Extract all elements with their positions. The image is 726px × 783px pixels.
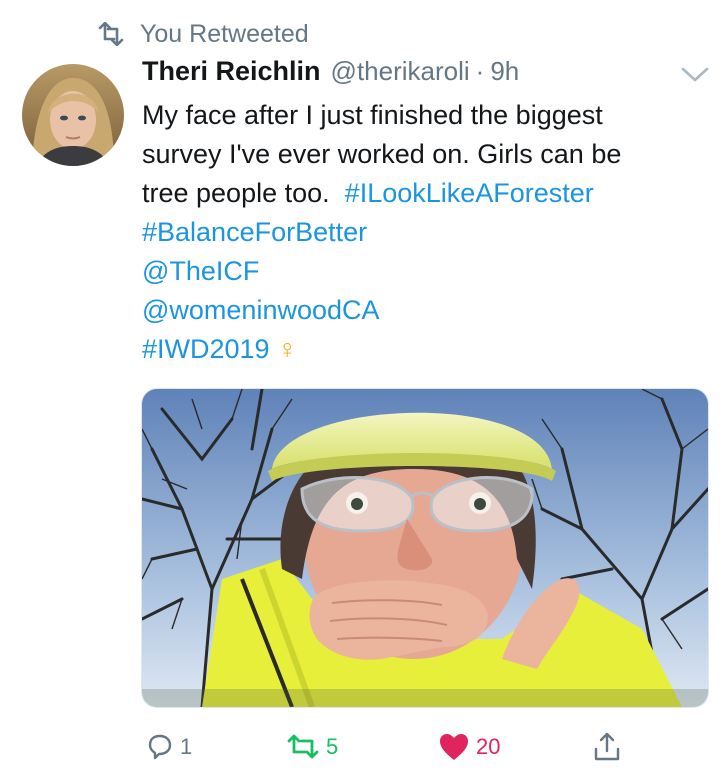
hashtag-link[interactable]: #BalanceForBetter (142, 217, 367, 247)
tweet-text: My face after I just finished the bigges… (142, 96, 702, 369)
tweet-line: tree people too. #ILookLikeAForester (142, 174, 702, 213)
tweet-header: Theri Reichlin @therikaroli · 9h (142, 56, 519, 96)
hashtag-link[interactable]: #ILookLikeAForester (345, 178, 594, 208)
retweet-icon (287, 734, 319, 759)
tweet-line: survey I've ever worked on. Girls can be (142, 139, 622, 169)
reply-button[interactable]: 1 (144, 725, 192, 769)
author-name[interactable]: Theri Reichlin (142, 56, 321, 87)
tweet-timestamp[interactable]: 9h (490, 56, 519, 87)
tweet-line-text: tree people too. (142, 178, 330, 208)
tweet-media-image[interactable] (141, 388, 709, 708)
chevron-down-icon[interactable] (680, 64, 710, 84)
retweet-banner: You Retweeted (96, 17, 309, 51)
heart-icon (440, 734, 468, 760)
like-button[interactable]: 20 (438, 725, 500, 769)
author-handle[interactable]: @therikaroli (331, 56, 470, 87)
mention-link[interactable]: @womeninwoodCA (142, 295, 380, 325)
tweet-action-bar: 1 5 20 (0, 725, 726, 769)
retweet-button[interactable]: 5 (286, 725, 338, 769)
retweet-count: 5 (326, 734, 339, 759)
avatar[interactable] (22, 64, 124, 166)
mention-link[interactable]: @TheICF (142, 256, 259, 286)
separator-dot: · (475, 56, 485, 86)
female-sign-emoji: ♀ (277, 334, 298, 364)
tweet-line: My face after I just finished the bigges… (142, 100, 603, 130)
like-count: 20 (476, 734, 501, 759)
reply-count: 1 (180, 734, 193, 759)
hashtag-link[interactable]: #IWD2019 (142, 334, 270, 364)
retweet-icon (98, 22, 124, 46)
reply-icon (148, 734, 172, 760)
retweet-banner-label: You Retweeted (140, 19, 309, 48)
share-icon (594, 732, 620, 761)
share-button[interactable] (592, 725, 628, 769)
